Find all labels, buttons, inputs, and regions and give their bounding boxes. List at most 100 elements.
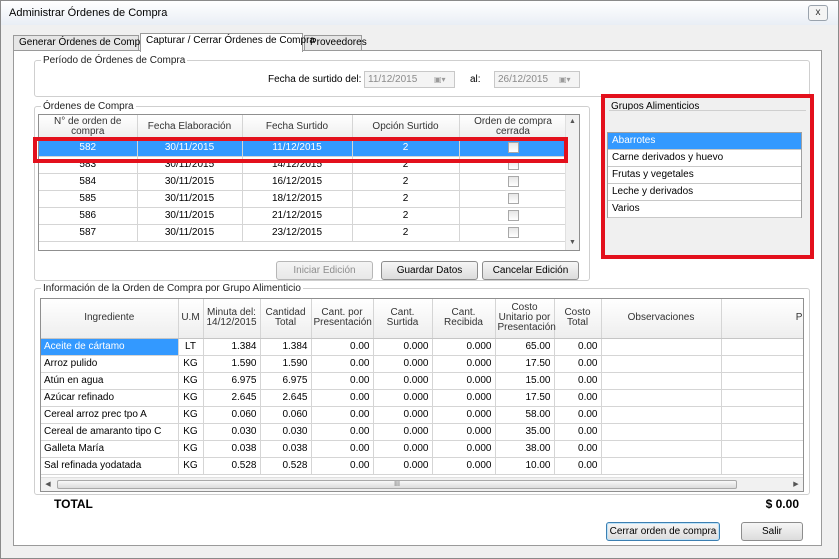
calendar-dropdown-icon[interactable]: ▣▾: [559, 74, 577, 85]
scroll-left-icon[interactable]: ◀: [41, 478, 55, 491]
table-row[interactable]: 587 30/11/2015 23/12/2015 2: [39, 224, 568, 242]
table-row[interactable]: Cereal de amaranto tipo C KG 0.030 0.030…: [41, 423, 803, 441]
close-order-button[interactable]: Cerrar orden de compra: [606, 522, 720, 541]
supplier-cell[interactable]: [721, 338, 803, 356]
observations-cell[interactable]: [601, 406, 722, 424]
order-closed-checkbox[interactable]: [507, 175, 519, 187]
orders-col-cerrada[interactable]: Orden de compra cerrada: [459, 115, 568, 140]
orders-grid[interactable]: N° de orden de compra Fecha Elaboración …: [38, 114, 580, 251]
table-row[interactable]: Sal refinada yodatada KG 0.528 0.528 0.0…: [41, 457, 803, 475]
qty-supplied[interactable]: 0.000: [373, 338, 433, 356]
ingredient-name[interactable]: Atún en agua: [41, 372, 179, 390]
scroll-down-icon[interactable]: ▼: [566, 236, 579, 250]
qty-presentation[interactable]: 0.00: [311, 355, 374, 373]
qty-supplied[interactable]: 0.000: [373, 406, 433, 424]
to-date-picker[interactable]: 26/12/2015 ▣▾: [494, 71, 580, 88]
supplier-cell[interactable]: [721, 389, 803, 407]
info-col-cant-recibida[interactable]: Cant. Recibida: [432, 299, 496, 339]
unit-cost[interactable]: 38.00: [495, 440, 555, 458]
supplier-cell[interactable]: [721, 457, 803, 475]
scroll-right-icon[interactable]: ▶: [789, 478, 803, 491]
unit-cost[interactable]: 10.00: [495, 457, 555, 475]
qty-supplied[interactable]: 0.000: [373, 372, 433, 390]
scroll-up-icon[interactable]: ▲: [566, 115, 579, 129]
cancel-edit-button[interactable]: Cancelar Edición: [482, 261, 579, 280]
qty-received[interactable]: 0.000: [432, 338, 496, 356]
list-item[interactable]: Frutas y vegetales: [608, 167, 801, 184]
qty-supplied[interactable]: 0.000: [373, 423, 433, 441]
qty-received[interactable]: 0.000: [432, 372, 496, 390]
qty-presentation[interactable]: 0.00: [311, 372, 374, 390]
list-item[interactable]: Abarrotes: [608, 133, 801, 150]
table-row[interactable]: 585 30/11/2015 18/12/2015 2: [39, 190, 568, 208]
exit-button[interactable]: Salir: [741, 522, 803, 541]
title-bar[interactable]: Administrar Órdenes de Compra x: [1, 1, 838, 25]
observations-cell[interactable]: [601, 389, 722, 407]
tab-generar-ordenes[interactable]: Generar Órdenes de Compra.: [13, 35, 152, 51]
orders-col-num[interactable]: N° de orden de compra: [39, 115, 138, 140]
observations-cell[interactable]: [601, 372, 722, 390]
close-button[interactable]: x: [808, 5, 828, 21]
qty-received[interactable]: 0.000: [432, 423, 496, 441]
supplier-cell[interactable]: [721, 406, 803, 424]
supplier-cell[interactable]: [721, 355, 803, 373]
info-col-cant-presentacion[interactable]: Cant. por Presentación: [311, 299, 374, 339]
unit-cost[interactable]: 58.00: [495, 406, 555, 424]
table-row[interactable]: Atún en agua KG 6.975 6.975 0.00 0.000 0…: [41, 372, 803, 390]
info-col-ingrediente[interactable]: Ingrediente: [41, 299, 179, 339]
qty-supplied[interactable]: 0.000: [373, 389, 433, 407]
qty-received[interactable]: 0.000: [432, 457, 496, 475]
info-horizontal-scrollbar[interactable]: ◀ III ▶: [41, 477, 803, 491]
orders-col-elab[interactable]: Fecha Elaboración: [137, 115, 243, 140]
from-date-picker[interactable]: 11/12/2015 ▣▾: [364, 71, 455, 88]
groups-list[interactable]: Abarrotes Carne derivados y huevo Frutas…: [607, 132, 802, 218]
unit-cost[interactable]: 65.00: [495, 338, 555, 356]
observations-cell[interactable]: [601, 355, 722, 373]
supplier-cell[interactable]: [721, 440, 803, 458]
order-closed-checkbox[interactable]: [507, 226, 519, 238]
ingredient-name[interactable]: Cereal arroz prec tpo A: [41, 406, 179, 424]
supplier-cell[interactable]: [721, 423, 803, 441]
qty-presentation[interactable]: 0.00: [311, 457, 374, 475]
list-item[interactable]: Leche y derivados: [608, 184, 801, 201]
qty-supplied[interactable]: 0.000: [373, 457, 433, 475]
supplier-cell[interactable]: [721, 372, 803, 390]
ingredient-name[interactable]: Galleta María: [41, 440, 179, 458]
table-row[interactable]: 586 30/11/2015 21/12/2015 2: [39, 207, 568, 225]
unit-cost[interactable]: 35.00: [495, 423, 555, 441]
start-edit-button[interactable]: Iniciar Edición: [276, 261, 373, 280]
qty-received[interactable]: 0.000: [432, 406, 496, 424]
qty-received[interactable]: 0.000: [432, 440, 496, 458]
unit-cost[interactable]: 17.50: [495, 389, 555, 407]
list-item[interactable]: Carne derivados y huevo: [608, 150, 801, 167]
calendar-dropdown-icon[interactable]: ▣▾: [434, 74, 452, 85]
observations-cell[interactable]: [601, 457, 722, 475]
qty-received[interactable]: 0.000: [432, 355, 496, 373]
observations-cell[interactable]: [601, 338, 722, 356]
order-closed-checkbox[interactable]: [507, 192, 519, 204]
orders-col-surt[interactable]: Fecha Surtido: [242, 115, 353, 140]
info-col-proveedor[interactable]: Proveedo: [721, 299, 803, 339]
info-col-cant-surtida[interactable]: Cant. Surtida: [373, 299, 433, 339]
qty-supplied[interactable]: 0.000: [373, 355, 433, 373]
observations-cell[interactable]: [601, 423, 722, 441]
unit-cost[interactable]: 17.50: [495, 355, 555, 373]
orders-vertical-scrollbar[interactable]: ▲ ▼: [565, 115, 579, 250]
table-row[interactable]: Cereal arroz prec tpo A KG 0.060 0.060 0…: [41, 406, 803, 424]
info-col-observaciones[interactable]: Observaciones: [601, 299, 722, 339]
info-col-minuta[interactable]: Minuta del: 14/12/2015: [203, 299, 261, 339]
list-item[interactable]: Varios: [608, 201, 801, 218]
save-data-button[interactable]: Guardar Datos: [381, 261, 478, 280]
table-row[interactable]: 583 30/11/2015 14/12/2015 2: [39, 156, 568, 174]
table-row[interactable]: Galleta María KG 0.038 0.038 0.00 0.000 …: [41, 440, 803, 458]
orders-col-opc[interactable]: Opción Surtido: [352, 115, 460, 140]
table-row[interactable]: 584 30/11/2015 16/12/2015 2: [39, 173, 568, 191]
qty-presentation[interactable]: 0.00: [311, 389, 374, 407]
qty-presentation[interactable]: 0.00: [311, 440, 374, 458]
qty-presentation[interactable]: 0.00: [311, 338, 374, 356]
qty-received[interactable]: 0.000: [432, 389, 496, 407]
ingredient-name[interactable]: Arroz pulido: [41, 355, 179, 373]
qty-presentation[interactable]: 0.00: [311, 406, 374, 424]
table-row[interactable]: Arroz pulido KG 1.590 1.590 0.00 0.000 0…: [41, 355, 803, 373]
ingredient-name[interactable]: Cereal de amaranto tipo C: [41, 423, 179, 441]
